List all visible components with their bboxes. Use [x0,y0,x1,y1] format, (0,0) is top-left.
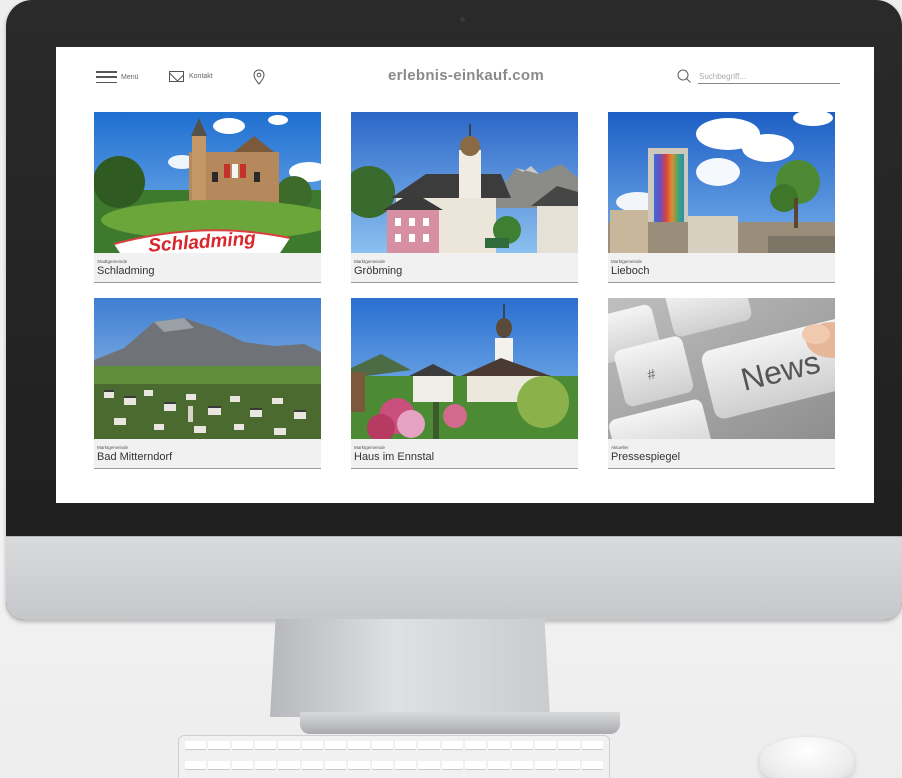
contact-button[interactable]: Kontakt [169,71,213,82]
imac-monitor: Menü Kontakt erlebnis-einkauf.com Suchbe… [6,0,902,620]
tile-caption: Marktgemeinde Gröbming [351,253,578,283]
menu-label: Menü [121,73,139,81]
menu-button[interactable]: Menü [96,71,139,83]
search-icon[interactable] [676,68,692,84]
envelope-icon [169,71,184,82]
hamburger-icon [96,71,117,83]
tile-lieboch[interactable]: Marktgemeinde Lieboch [608,112,835,283]
mouse [760,737,854,778]
tile-caption: Marktgemeinde Lieboch [608,253,835,283]
municipality-grid: Schladming Stadtgemeinde Schladming Mark… [94,112,835,469]
tile-title: Schladming [97,265,155,277]
tile-groebming[interactable]: Marktgemeinde Gröbming [351,112,578,283]
imac-stand [270,619,550,717]
tile-image-schladming: Schladming [94,112,321,253]
tile-caption: Marktgemeinde Haus im Ennstal [351,439,578,469]
tile-image-pressespiegel: # News [608,298,835,439]
site-logo[interactable]: erlebnis-einkauf.com [336,67,596,84]
contact-label: Kontakt [189,73,213,80]
tile-caption: Aktueller Pressespiegel [608,439,835,469]
imac-stand-foot [300,712,620,734]
search-bar [676,68,840,84]
tile-title: Lieboch [611,265,650,277]
tile-caption: Stadtgemeinde Schladming [94,253,321,283]
camera-icon [460,17,465,22]
tile-title: Bad Mitterndorf [97,451,173,463]
tile-title: Pressespiegel [611,451,681,463]
tile-image-lieboch [608,112,835,253]
site-header: Menü Kontakt erlebnis-einkauf.com [56,47,874,109]
map-pin-icon [253,69,265,85]
location-button[interactable] [253,69,265,90]
news-keyboard-photo: # News [608,298,835,439]
tile-image-bad-mitterndorf [94,298,321,439]
groebming-photo [351,112,578,253]
tile-image-haus-im-ennstal [351,298,578,439]
tile-schladming[interactable]: Schladming Stadtgemeinde Schladming [94,112,321,283]
tile-title: Gröbming [354,265,403,277]
website-screen: Menü Kontakt erlebnis-einkauf.com Suchbe… [56,47,874,503]
schladming-photo: Schladming [94,112,321,253]
bad-mitterndorf-photo [94,298,321,439]
haus-im-ennstal-photo [351,298,578,439]
lieboch-photo [608,112,835,253]
tile-pressespiegel[interactable]: # News Aktueller Pressespiegel [608,298,835,469]
search-input[interactable] [698,70,840,84]
tile-title: Haus im Ennstal [354,451,435,463]
tile-caption: Marktgemeinde Bad Mitterndorf [94,439,321,469]
keyboard [178,735,610,778]
tile-haus-im-ennstal[interactable]: Marktgemeinde Haus im Ennstal [351,298,578,469]
tile-bad-mitterndorf[interactable]: Marktgemeinde Bad Mitterndorf [94,298,321,469]
tile-image-groebming [351,112,578,253]
imac-chin [6,536,902,620]
